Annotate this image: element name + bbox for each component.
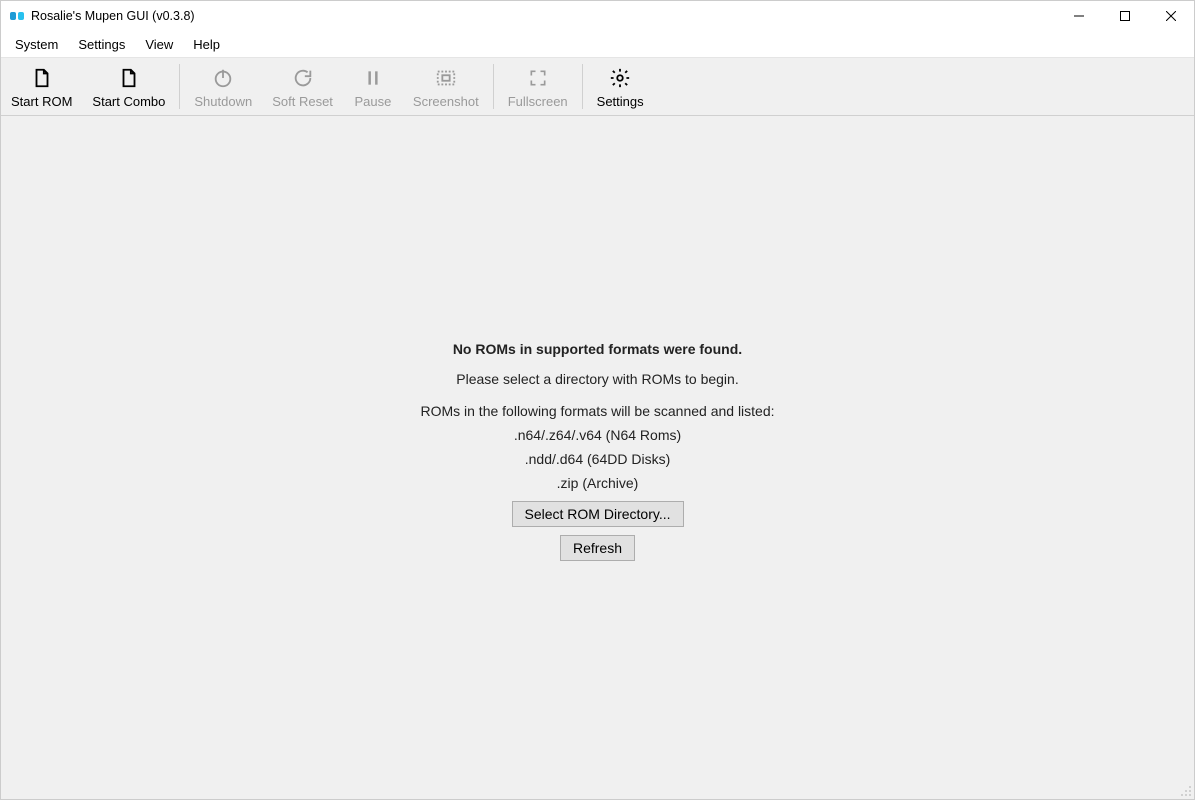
window-title: Rosalie's Mupen GUI (v0.3.8) [31,9,195,23]
fullscreen-button: Fullscreen [498,60,578,113]
format-line: .zip (Archive) [557,475,639,491]
subline: Please select a directory with ROMs to b… [456,371,738,387]
menu-settings[interactable]: Settings [68,34,135,55]
titlebar: Rosalie's Mupen GUI (v0.3.8) [1,1,1194,31]
menu-system[interactable]: System [5,34,68,55]
toolbar: Start ROM Start Combo Shutdown Soft Rese… [1,57,1194,116]
main-content: No ROMs in supported formats were found.… [1,116,1194,799]
settings-button[interactable]: Settings [587,60,654,113]
menu-view[interactable]: View [135,34,183,55]
menu-help[interactable]: Help [183,34,230,55]
app-icon [9,8,25,24]
toolbar-label: Fullscreen [508,94,568,109]
toolbar-separator [493,64,494,109]
format-line: .ndd/.d64 (64DD Disks) [525,451,671,467]
soft-reset-button: Soft Reset [262,60,343,113]
pause-icon [363,66,383,90]
menubar: System Settings View Help [1,31,1194,57]
toolbar-label: Settings [597,94,644,109]
start-combo-button[interactable]: Start Combo [82,60,175,113]
window-controls [1056,1,1194,31]
formats-intro: ROMs in the following formats will be sc… [420,403,774,419]
app-window: Rosalie's Mupen GUI (v0.3.8) System Sett… [0,0,1195,800]
toolbar-label: Pause [354,94,391,109]
minimize-button[interactable] [1056,1,1102,31]
toolbar-label: Soft Reset [272,94,333,109]
select-rom-directory-button[interactable]: Select ROM Directory... [512,501,684,527]
screenshot-button: Screenshot [403,60,489,113]
format-line: .n64/.z64/.v64 (N64 Roms) [514,427,681,443]
start-rom-button[interactable]: Start ROM [1,60,82,113]
power-icon [212,66,234,90]
file-icon [31,66,53,90]
maximize-button[interactable] [1102,1,1148,31]
toolbar-label: Shutdown [194,94,252,109]
close-button[interactable] [1148,1,1194,31]
gear-icon [609,66,631,90]
fullscreen-icon [528,66,548,90]
pause-button: Pause [343,60,403,113]
resize-grip-icon[interactable] [1178,783,1192,797]
toolbar-separator [179,64,180,109]
toolbar-separator [582,64,583,109]
toolbar-label: Start ROM [11,94,72,109]
toolbar-label: Start Combo [92,94,165,109]
file-icon [118,66,140,90]
no-roms-headline: No ROMs in supported formats were found. [453,341,742,357]
refresh-icon [292,66,314,90]
shutdown-button: Shutdown [184,60,262,113]
toolbar-label: Screenshot [413,94,479,109]
screenshot-icon [435,66,457,90]
refresh-button[interactable]: Refresh [560,535,635,561]
